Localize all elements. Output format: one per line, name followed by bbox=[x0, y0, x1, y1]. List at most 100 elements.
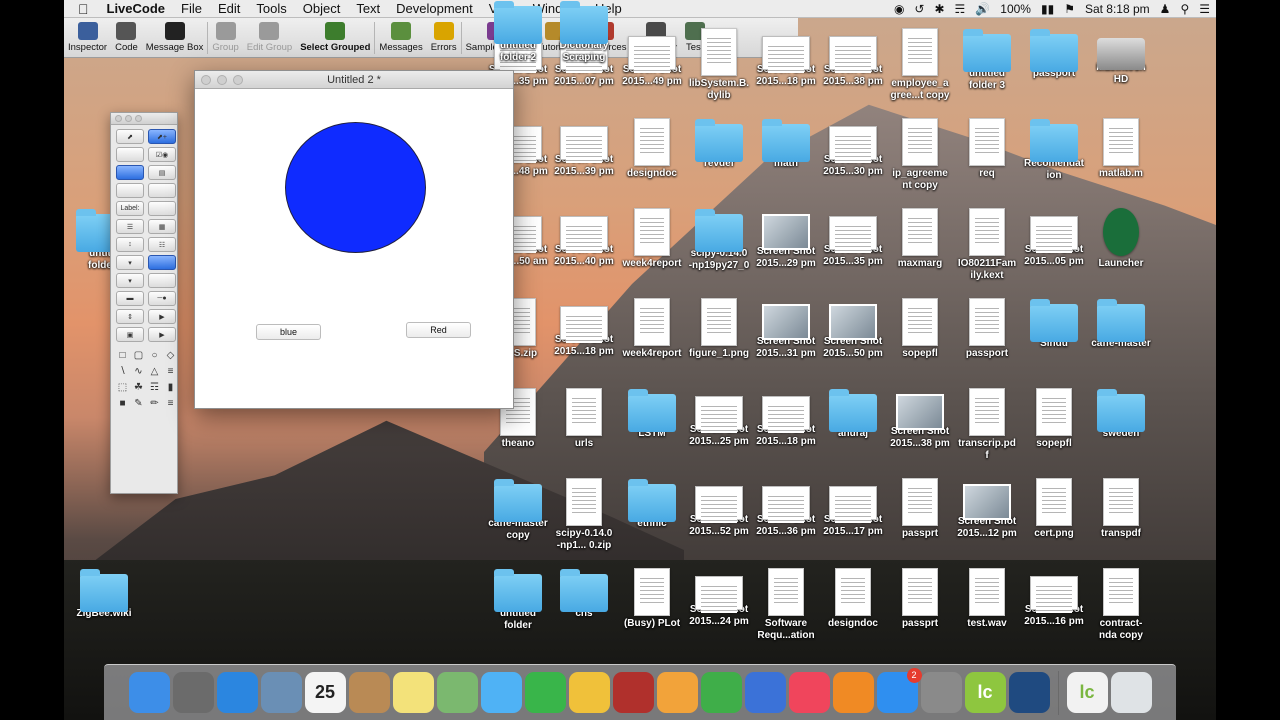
safari-icon[interactable] bbox=[216, 672, 258, 713]
photo-booth-icon[interactable] bbox=[612, 672, 654, 713]
user-icon[interactable]: ♟ bbox=[1160, 2, 1171, 16]
itunes-icon[interactable] bbox=[788, 672, 830, 713]
clock[interactable]: Sat 8:18 pm bbox=[1085, 2, 1150, 16]
tab-panel-tool-icon[interactable]: ▤ bbox=[148, 165, 176, 180]
desktop-file[interactable]: IO80211Fam ily.kext bbox=[951, 208, 1023, 282]
toolbar-messages-button[interactable]: Messages bbox=[375, 18, 426, 58]
desktop-folder[interactable]: Recomendat ion bbox=[1018, 118, 1090, 182]
contacts-icon[interactable] bbox=[348, 672, 390, 713]
desktop-file[interactable]: Screen Shot 2015...49 pm bbox=[616, 28, 688, 88]
desktop-file[interactable]: Screen Shot 2015...25 pm bbox=[683, 388, 755, 448]
zoom-icon[interactable] bbox=[135, 115, 142, 122]
desktop-file[interactable]: Screen Shot 2015...16 pm bbox=[1018, 568, 1090, 628]
more-tools-icon[interactable]: ≡ bbox=[164, 365, 177, 377]
menu-app-name[interactable]: LiveCode bbox=[99, 1, 174, 16]
desktop-file[interactable]: employee_a gree...t copy bbox=[884, 28, 956, 102]
calendar-icon[interactable]: 25 bbox=[304, 672, 346, 713]
desktop-file[interactable]: Macintosh HD bbox=[1085, 28, 1157, 86]
desktop-file[interactable]: contract- nda copy bbox=[1085, 568, 1157, 642]
desktop-file[interactable]: Screen Shot 2015...39 pm bbox=[548, 118, 620, 178]
desktop-file[interactable]: designdoc bbox=[616, 118, 688, 180]
desktop-file[interactable]: passprt bbox=[884, 568, 956, 630]
menu-file[interactable]: File bbox=[173, 1, 210, 16]
desktop-folder[interactable]: sweden bbox=[1085, 388, 1157, 440]
oval-tool-icon[interactable]: ○ bbox=[148, 349, 161, 361]
brush-tool-icon[interactable]: ✏ bbox=[148, 397, 161, 409]
button-tool-icon[interactable] bbox=[116, 147, 144, 162]
table-field-tool-icon[interactable]: ▦ bbox=[148, 219, 176, 234]
desktop-file[interactable]: week4report bbox=[616, 208, 688, 270]
wifi-icon[interactable]: ☴ bbox=[955, 2, 966, 16]
curve-tool-icon[interactable]: ∿ bbox=[132, 365, 145, 377]
desktop-file[interactable]: passport bbox=[951, 298, 1023, 360]
facetime-icon[interactable] bbox=[524, 672, 566, 713]
ibooks-icon[interactable] bbox=[832, 672, 874, 713]
record-icon[interactable]: ◉ bbox=[894, 2, 904, 16]
desktop-file[interactable]: Software Requ...ation bbox=[750, 568, 822, 642]
menu-tools[interactable]: Tools bbox=[248, 1, 294, 16]
preview-icon[interactable] bbox=[260, 672, 302, 713]
finder-icon[interactable] bbox=[128, 672, 170, 713]
desktop-file[interactable]: Screen Shot 2015...31 pm bbox=[750, 298, 822, 360]
bucket-tool-icon[interactable]: ☘ bbox=[132, 381, 145, 393]
quicktime-icon[interactable] bbox=[1008, 672, 1050, 713]
photos-icon[interactable] bbox=[568, 672, 610, 713]
desktop-file[interactable]: Screen Shot 2015...52 pm bbox=[683, 478, 755, 538]
toolbar-edit-group-button[interactable]: Edit Group bbox=[243, 18, 296, 58]
tools-palette-titlebar[interactable] bbox=[111, 113, 177, 125]
desktop-folder[interactable]: Sindu bbox=[1018, 298, 1090, 350]
desktop-file[interactable]: Screen Shot 2015...18 pm bbox=[750, 28, 822, 88]
blank-tool-icon[interactable] bbox=[148, 183, 176, 198]
zoom-icon[interactable] bbox=[233, 75, 243, 85]
desktop-folder[interactable]: caffe-master bbox=[1085, 298, 1157, 350]
desktop-folder[interactable]: caffe-master copy bbox=[482, 478, 554, 542]
spray-tool-icon[interactable]: ☶ bbox=[148, 381, 161, 393]
desktop-file[interactable]: transcrip.pd f bbox=[951, 388, 1023, 462]
round-rect-tool-icon[interactable]: ▢ bbox=[132, 349, 145, 361]
toolbar-inspector-button[interactable]: Inspector bbox=[64, 18, 111, 58]
freehand-tool-icon[interactable]: △ bbox=[148, 365, 161, 377]
desktop-folder[interactable]: ethnic bbox=[616, 478, 688, 530]
image-tool-icon[interactable]: ▣ bbox=[116, 327, 144, 342]
desktop-file[interactable]: test.wav bbox=[951, 568, 1023, 630]
desktop-file[interactable]: req bbox=[951, 118, 1023, 180]
desktop-file[interactable]: scipy-0.14.0 -np1... 0.zip bbox=[548, 478, 620, 552]
keynote-icon[interactable] bbox=[744, 672, 786, 713]
time-machine-icon[interactable]: ↺ bbox=[914, 2, 924, 16]
menu-object[interactable]: Object bbox=[295, 1, 349, 16]
desktop-folder[interactable]: LSTM bbox=[616, 388, 688, 440]
trash-icon[interactable] bbox=[1110, 672, 1152, 713]
default-button-tool-icon[interactable] bbox=[116, 165, 144, 180]
battery-percent[interactable]: 100% bbox=[1000, 2, 1031, 16]
notification-center-icon[interactable]: ☰ bbox=[1199, 2, 1210, 16]
menu-development[interactable]: Development bbox=[388, 1, 481, 16]
desktop-folder[interactable]: untitled folder bbox=[482, 568, 554, 632]
desktop-file[interactable]: Screen Shot 2015...35 pm bbox=[817, 208, 889, 268]
desktop-file[interactable]: (Busy) PLot bbox=[616, 568, 688, 630]
minimize-icon[interactable] bbox=[217, 75, 227, 85]
toolbar-select-grouped-button[interactable]: Select Grouped bbox=[296, 18, 374, 58]
desktop-folder[interactable]: untitled folder 2 bbox=[482, 0, 554, 64]
pulldown-tool-icon[interactable] bbox=[148, 273, 176, 288]
combo-box-tool-icon[interactable]: ▾ bbox=[116, 273, 144, 288]
desktop-file[interactable]: maxmarg bbox=[884, 208, 956, 270]
desktop-file[interactable]: Screen Shot 2015...18 pm bbox=[548, 298, 620, 358]
toolbar-group-button[interactable]: Group bbox=[208, 18, 242, 58]
desktop-folder[interactable]: cns bbox=[548, 568, 620, 620]
rectangle-button-tool-icon[interactable] bbox=[116, 183, 144, 198]
desktop-file[interactable]: Screen Shot 2015...40 pm bbox=[548, 208, 620, 268]
desktop-file[interactable]: Screen Shot 2015...30 pm bbox=[817, 118, 889, 178]
maps-icon[interactable] bbox=[436, 672, 478, 713]
desktop-folder[interactable]: anuraj bbox=[817, 388, 889, 440]
system-preferences-icon[interactable] bbox=[920, 672, 962, 713]
data-grid-tool-icon[interactable]: ☷ bbox=[148, 237, 176, 252]
option-menu-tool-icon[interactable] bbox=[148, 255, 176, 270]
desktop-folder[interactable]: untitled folder 3 bbox=[951, 28, 1023, 92]
stack-window-titlebar[interactable]: Untitled 2 * bbox=[195, 71, 513, 89]
paint-more-icon[interactable]: ≡ bbox=[164, 397, 177, 409]
progress-bar-tool-icon[interactable]: ▶ bbox=[148, 309, 176, 324]
desktop-file[interactable]: Launcher bbox=[1085, 208, 1157, 270]
desktop-file[interactable]: passprt bbox=[884, 478, 956, 540]
desktop-file[interactable]: week4report bbox=[616, 298, 688, 360]
apple-icon[interactable]:  bbox=[64, 1, 99, 17]
